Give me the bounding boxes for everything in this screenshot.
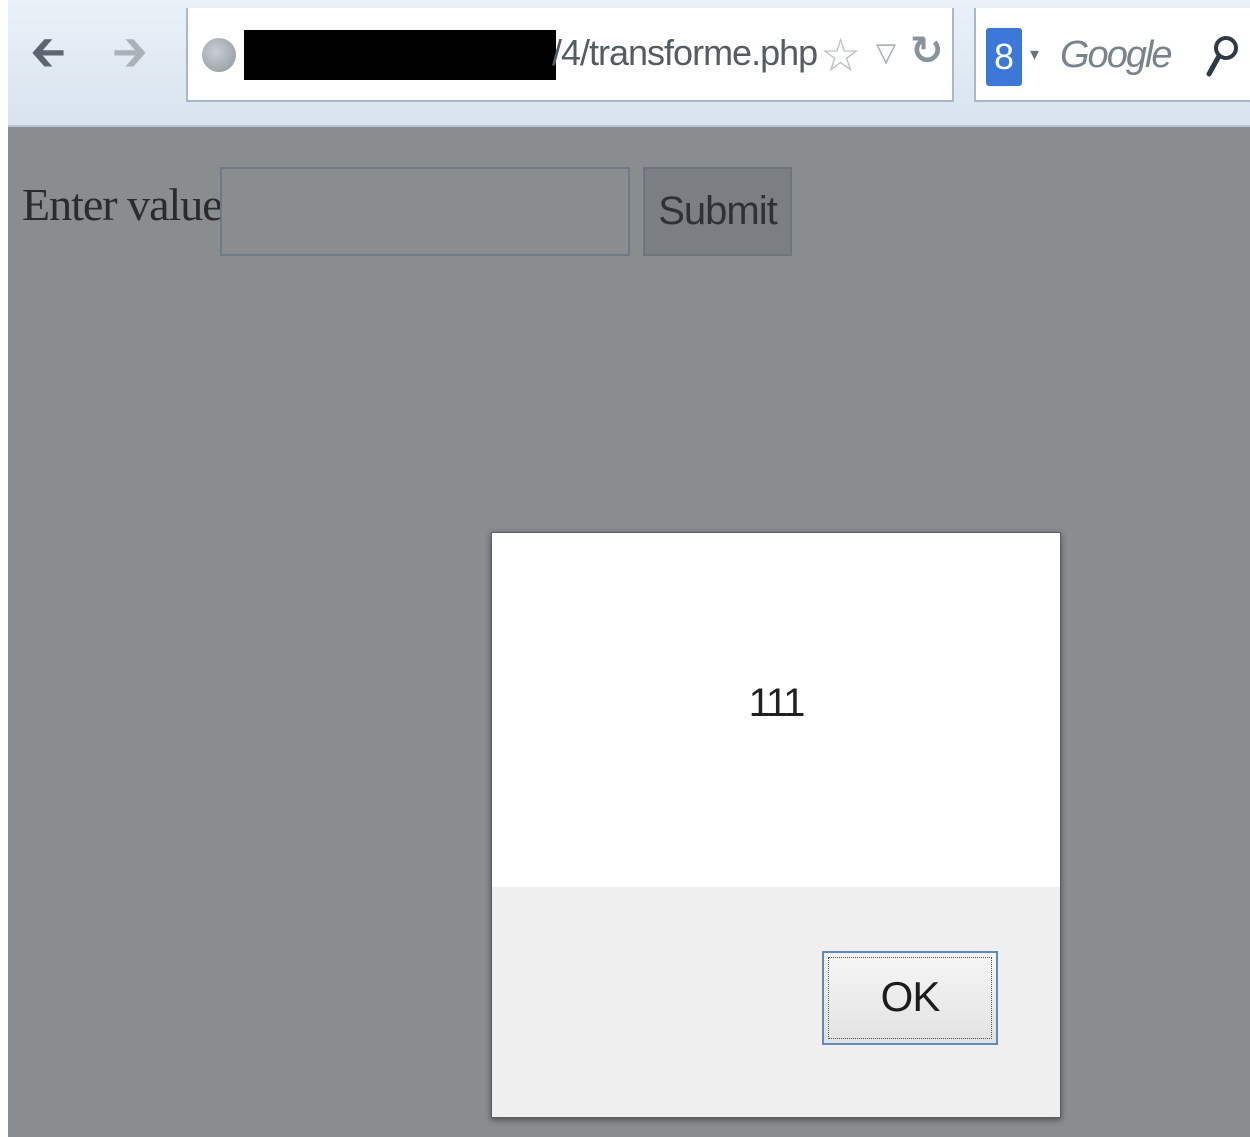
redacted-url-segment	[244, 30, 556, 80]
address-bar[interactable]: /4/transforme.php ☆ ▽ ↻	[186, 8, 954, 102]
search-engine-icon[interactable]: 8	[986, 28, 1022, 86]
alert-dialog: 111 OK	[491, 532, 1061, 1118]
search-placeholder[interactable]: Google	[1060, 34, 1173, 77]
value-input[interactable]	[220, 167, 630, 256]
globe-icon	[202, 38, 236, 72]
url-text[interactable]: /4/transforme.php	[552, 32, 818, 74]
ok-button[interactable]: OK	[822, 951, 998, 1045]
submit-button[interactable]: Submit	[643, 167, 792, 256]
engine-dropdown-icon[interactable]: ▾	[1030, 44, 1039, 65]
alert-message: 111	[748, 681, 806, 725]
search-bar[interactable]: 8 ▾ Google	[974, 8, 1250, 102]
star-icon[interactable]: ☆	[820, 28, 861, 82]
alert-footer: OK	[492, 887, 1060, 1117]
dropdown-triangle-icon[interactable]: ▽	[876, 38, 896, 68]
enter-value-label: Enter value:	[22, 179, 235, 230]
back-arrow-icon[interactable]: 🡰	[28, 28, 68, 78]
reload-icon[interactable]: ↻	[910, 28, 944, 74]
browser-window: 🡰 🡲 /4/transforme.php ☆ ▽ ↻ 8 ▾ Google E…	[8, 0, 1250, 1137]
forward-arrow-icon[interactable]: 🡲	[110, 28, 150, 78]
magnifier-icon[interactable]	[1202, 32, 1242, 82]
browser-toolbar: 🡰 🡲 /4/transforme.php ☆ ▽ ↻ 8 ▾ Google	[8, 0, 1250, 127]
